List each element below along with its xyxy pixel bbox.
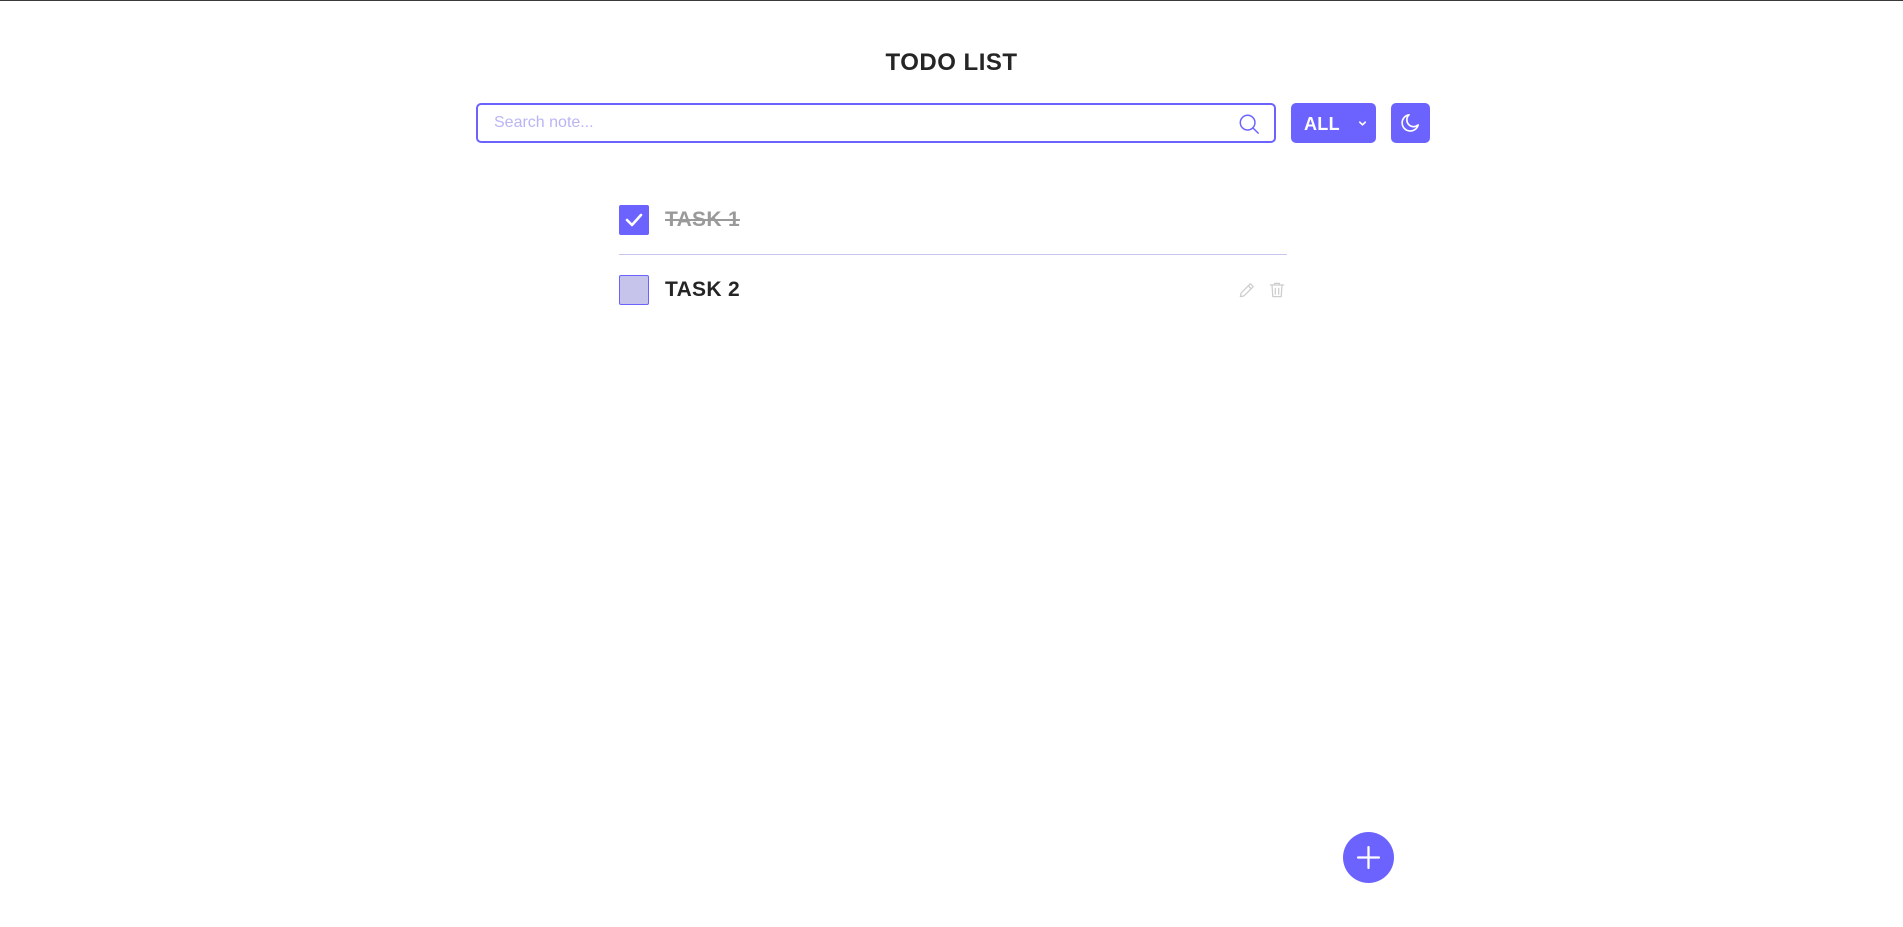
search-input[interactable] <box>478 105 1274 141</box>
todo-app: TODO LIST ALL TASK 1 TASK 2 <box>0 0 1903 927</box>
search-box <box>476 103 1276 143</box>
task-actions <box>1237 280 1287 300</box>
theme-toggle-button[interactable] <box>1391 103 1430 143</box>
page-title: TODO LIST <box>885 49 1018 76</box>
task-checkbox-checked[interactable] <box>619 204 649 235</box>
moon-icon <box>1401 114 1419 132</box>
task-label: TASK 2 <box>665 278 740 301</box>
trash-icon[interactable] <box>1267 280 1287 300</box>
task-checkbox-unchecked[interactable] <box>619 275 649 305</box>
add-task-button[interactable] <box>1343 832 1394 883</box>
search-icon[interactable] <box>1238 113 1260 135</box>
filter-select[interactable]: ALL <box>1291 103 1376 143</box>
plus-icon <box>1356 845 1381 870</box>
task-item: TASK 1 <box>619 185 1287 255</box>
task-item: TASK 2 <box>619 255 1287 325</box>
check-icon <box>625 213 643 226</box>
task-list: TASK 1 TASK 2 <box>619 185 1287 325</box>
chevron-down-icon <box>1358 121 1367 126</box>
filter-selected-value: ALL <box>1304 114 1340 134</box>
pencil-icon[interactable] <box>1237 280 1257 300</box>
task-label: TASK 1 <box>665 207 740 231</box>
